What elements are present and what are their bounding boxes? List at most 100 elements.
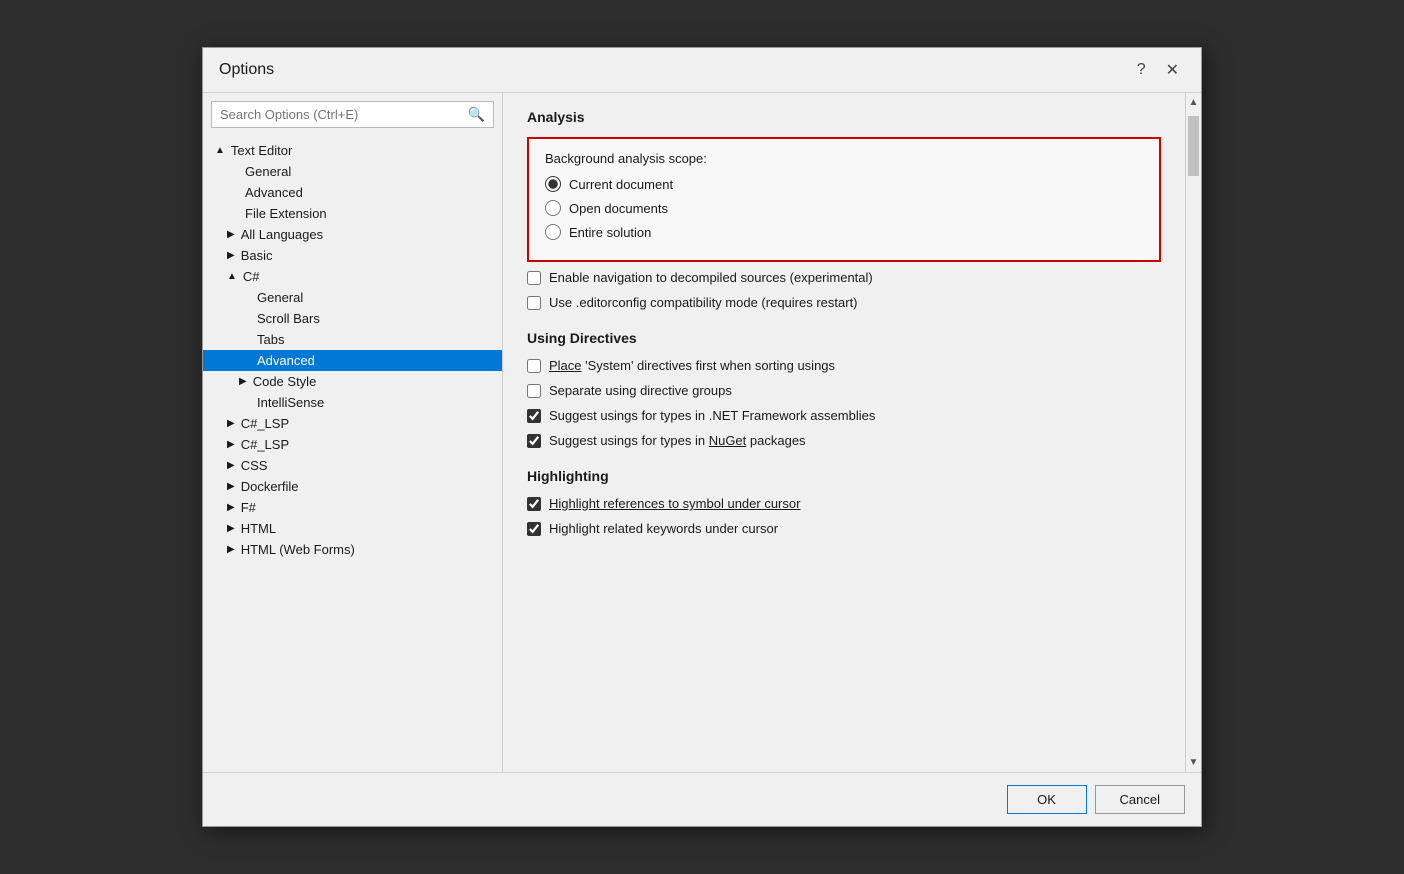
tree-item-advanced-te[interactable]: Advanced (203, 182, 502, 203)
radio-entire-solution[interactable]: Entire solution (545, 224, 1143, 240)
checkbox-suggest-nuget-input[interactable] (527, 434, 541, 448)
right-content-wrapper: Analysis Background analysis scope: Curr… (503, 93, 1201, 772)
tree-label-file-extension: File Extension (245, 206, 327, 221)
title-bar-controls: ? ✕ (1131, 58, 1185, 82)
tree-item-file-extension[interactable]: File Extension (203, 203, 502, 224)
tree-item-tabs[interactable]: Tabs (203, 329, 502, 350)
scroll-up-arrow[interactable]: ▲ (1186, 93, 1201, 112)
radio-open-docs[interactable]: Open documents (545, 200, 1143, 216)
checkbox-suggest-net-label[interactable]: Suggest usings for types in .NET Framewo… (549, 408, 875, 423)
options-dialog: Options ? ✕ 🔍 ▲Text EditorGeneralAdvance… (202, 47, 1202, 827)
ok-button[interactable]: OK (1007, 785, 1087, 814)
right-scrollbar[interactable]: ▲ ▼ (1185, 93, 1201, 772)
tree-label-basic: Basic (241, 248, 273, 263)
tree-label-text-editor: Text Editor (231, 143, 292, 158)
tree-arrow-csharp: ▲ (227, 271, 237, 282)
checkbox-highlight-keywords[interactable]: Highlight related keywords under cursor (527, 521, 1161, 536)
tree-item-general[interactable]: General (203, 161, 502, 182)
tree-item-code-style[interactable]: ▶ Code Style (203, 371, 502, 392)
tree-label-csharp-lsp1: C#_LSP (241, 416, 289, 431)
tree-label-csharp-lsp2: C#_LSP (241, 437, 289, 452)
search-box[interactable]: 🔍 (211, 101, 494, 128)
background-scope-box: Background analysis scope: Current docum… (527, 137, 1161, 262)
tree-item-scroll-bars[interactable]: Scroll Bars (203, 308, 502, 329)
tree-item-html[interactable]: ▶ HTML (203, 518, 502, 539)
checkbox-suggest-net-input[interactable] (527, 409, 541, 423)
checkbox-separate-groups-input[interactable] (527, 384, 541, 398)
checkbox-editorconfig[interactable]: Use .editorconfig compatibility mode (re… (527, 295, 1161, 310)
checkbox-highlight-keywords-label[interactable]: Highlight related keywords under cursor (549, 521, 778, 536)
tree-item-intellisense[interactable]: IntelliSense (203, 392, 502, 413)
radio-entire-solution-input[interactable] (545, 224, 561, 240)
analysis-title: Analysis (527, 109, 1161, 125)
checkbox-suggest-nuget[interactable]: Suggest usings for types in NuGet packag… (527, 433, 1161, 448)
tree-label-csharp: C# (243, 269, 260, 284)
radio-open-docs-label[interactable]: Open documents (569, 201, 668, 216)
content-area: Analysis Background analysis scope: Curr… (503, 93, 1185, 772)
scroll-down-arrow[interactable]: ▼ (1186, 753, 1201, 772)
checkbox-nav-decompiled-input[interactable] (527, 271, 541, 285)
checkbox-highlight-refs-label[interactable]: Highlight references to symbol under cur… (549, 496, 800, 511)
tree-item-csharp[interactable]: ▲ C# (203, 266, 502, 287)
dialog-body: 🔍 ▲Text EditorGeneralAdvancedFile Extens… (203, 93, 1201, 772)
using-directives-title: Using Directives (527, 330, 1161, 346)
tree-item-html-webforms[interactable]: ▶HTML (Web Forms) (203, 539, 502, 560)
tree-arrow-all-languages: ▶ (227, 229, 235, 240)
checkbox-editorconfig-input[interactable] (527, 296, 541, 310)
tree-label-advanced-csharp: Advanced (257, 353, 315, 368)
checkbox-separate-groups-label[interactable]: Separate using directive groups (549, 383, 732, 398)
tree-arrow-html: ▶ (227, 523, 235, 534)
tree-item-csharp-general[interactable]: General (203, 287, 502, 308)
help-button[interactable]: ? (1131, 59, 1152, 81)
tree-label-intellisense: IntelliSense (257, 395, 324, 410)
tree-arrow-csharp-lsp2: ▶ (227, 439, 235, 450)
tree-label-css: CSS (241, 458, 268, 473)
tree-label-html: HTML (241, 521, 276, 536)
radio-current-doc[interactable]: Current document (545, 176, 1143, 192)
tree-arrow-csharp-lsp1: ▶ (227, 418, 235, 429)
checkbox-editorconfig-label[interactable]: Use .editorconfig compatibility mode (re… (549, 295, 858, 310)
tree-item-all-languages[interactable]: ▶ All Languages (203, 224, 502, 245)
radio-open-docs-input[interactable] (545, 200, 561, 216)
tree-item-advanced-csharp[interactable]: Advanced (203, 350, 502, 371)
checkbox-suggest-net[interactable]: Suggest usings for types in .NET Framewo… (527, 408, 1161, 423)
tree-label-html-webforms: HTML (Web Forms) (241, 542, 355, 557)
radio-current-doc-input[interactable] (545, 176, 561, 192)
checkbox-highlight-refs[interactable]: Highlight references to symbol under cur… (527, 496, 1161, 511)
checkbox-system-first-label[interactable]: Place 'System' directives first when sor… (549, 358, 835, 373)
tree-item-basic[interactable]: ▶ Basic (203, 245, 502, 266)
scroll-thumb[interactable] (1188, 116, 1199, 176)
tree-label-csharp-general: General (257, 290, 303, 305)
tree-arrow-basic: ▶ (227, 250, 235, 261)
search-input[interactable] (220, 107, 468, 122)
tree-item-dockerfile[interactable]: ▶Dockerfile (203, 476, 502, 497)
tree-arrow-code-style: ▶ (239, 376, 247, 387)
checkbox-highlight-keywords-input[interactable] (527, 522, 541, 536)
tree-item-css[interactable]: ▶ CSS (203, 455, 502, 476)
analysis-section: Analysis Background analysis scope: Curr… (527, 109, 1161, 310)
checkbox-highlight-refs-input[interactable] (527, 497, 541, 511)
scope-label: Background analysis scope: (545, 151, 1143, 166)
tree-item-fsharp[interactable]: ▶F# (203, 497, 502, 518)
checkbox-system-first[interactable]: Place 'System' directives first when sor… (527, 358, 1161, 373)
radio-current-doc-label[interactable]: Current document (569, 177, 673, 192)
right-panel: Analysis Background analysis scope: Curr… (503, 93, 1185, 772)
scroll-thumb-area (1186, 112, 1201, 753)
using-directives-section: Using Directives Place 'System' directiv… (527, 330, 1161, 448)
tree-label-code-style: Code Style (253, 374, 317, 389)
checkbox-nav-decompiled[interactable]: Enable navigation to decompiled sources … (527, 270, 1161, 285)
tree-label-all-languages: All Languages (241, 227, 323, 242)
tree-item-csharp-lsp2[interactable]: ▶ C#_LSP (203, 434, 502, 455)
tree-container[interactable]: ▲Text EditorGeneralAdvancedFile Extensio… (203, 136, 502, 772)
checkbox-separate-groups[interactable]: Separate using directive groups (527, 383, 1161, 398)
cancel-button[interactable]: Cancel (1095, 785, 1185, 814)
radio-entire-solution-label[interactable]: Entire solution (569, 225, 651, 240)
tree-arrow-css: ▶ (227, 460, 235, 471)
close-button[interactable]: ✕ (1160, 58, 1185, 82)
checkbox-suggest-nuget-label[interactable]: Suggest usings for types in NuGet packag… (549, 433, 806, 448)
checkbox-nav-decompiled-label[interactable]: Enable navigation to decompiled sources … (549, 270, 873, 285)
checkbox-system-first-input[interactable] (527, 359, 541, 373)
tree-label-tabs: Tabs (257, 332, 284, 347)
tree-item-text-editor[interactable]: ▲Text Editor (203, 140, 502, 161)
tree-item-csharp-lsp1[interactable]: ▶ C#_LSP (203, 413, 502, 434)
